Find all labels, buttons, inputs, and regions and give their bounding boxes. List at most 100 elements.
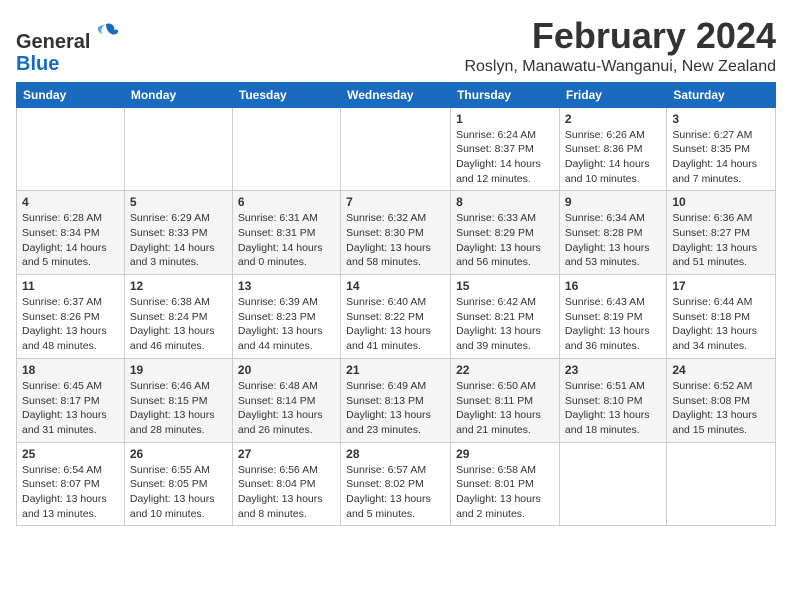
- day-number: 9: [565, 195, 661, 209]
- calendar-week-2: 4Sunrise: 6:28 AMSunset: 8:34 PMDaylight…: [17, 191, 776, 275]
- day-info: Sunrise: 6:27 AMSunset: 8:35 PMDaylight:…: [672, 128, 770, 187]
- table-row: 9 Sunrise: 6:34 AMSunset: 8:28 PMDaylight…: [559, 191, 666, 275]
- day-number: 1: [456, 112, 554, 126]
- table-row: 19Sunrise: 6:46 AMSunset: 8:15 PMDayligh…: [124, 358, 232, 442]
- day-info: Sunrise: 6:48 AMSunset: 8:14 PMDaylight:…: [238, 379, 335, 438]
- day-number: 21: [346, 363, 445, 377]
- table-row: [341, 107, 451, 191]
- day-info: Sunrise: 6:46 AMSunset: 8:15 PMDaylight:…: [130, 379, 227, 438]
- table-row: 29Sunrise: 6:58 AMSunset: 8:01 PMDayligh…: [451, 442, 560, 526]
- table-row: 17 Sunrise: 6:44 AMSunset: 8:18 PMDayligh…: [667, 275, 776, 359]
- weekday-header-row: Sunday Monday Tuesday Wednesday Thursday…: [17, 82, 776, 107]
- day-info: Sunrise: 6:43 AMSunset: 8:19 PMDaylight:…: [565, 295, 661, 354]
- table-row: 25 Sunrise: 6:54 AMSunset: 8:07 PMDayligh…: [17, 442, 125, 526]
- table-row: 12 Sunrise: 6:38 AMSunset: 8:24 PMDayligh…: [124, 275, 232, 359]
- day-number: 12: [130, 279, 227, 293]
- day-info: Sunrise: 6:31 AMSunset: 8:31 PMDaylight:…: [238, 211, 335, 270]
- day-number: 28: [346, 447, 445, 461]
- day-number: 14: [346, 279, 445, 293]
- header-monday: Monday: [124, 82, 232, 107]
- table-row: 4Sunrise: 6:28 AMSunset: 8:34 PMDaylight…: [17, 191, 125, 275]
- table-row: 22 Sunrise: 6:50 AMSunset: 8:11 PMDayligh…: [451, 358, 560, 442]
- day-info: Sunrise: 6:56 AMSunset: 8:04 PMDaylight:…: [238, 463, 335, 522]
- day-info: Sunrise: 6:24 AMSunset: 8:37 PMDaylight:…: [456, 128, 554, 187]
- day-info: Sunrise: 6:45 AMSunset: 8:17 PMDaylight:…: [22, 379, 119, 438]
- table-row: 1 Sunrise: 6:24 AMSunset: 8:37 PMDaylight…: [451, 107, 560, 191]
- day-info: Sunrise: 6:58 AMSunset: 8:01 PMDaylight:…: [456, 463, 554, 522]
- table-row: [232, 107, 340, 191]
- table-row: 27Sunrise: 6:56 AMSunset: 8:04 PMDayligh…: [232, 442, 340, 526]
- day-info: Sunrise: 6:34 AMSunset: 8:28 PMDaylight:…: [565, 211, 661, 270]
- header-tuesday: Tuesday: [232, 82, 340, 107]
- table-row: 10 Sunrise: 6:36 AMSunset: 8:27 PMDayligh…: [667, 191, 776, 275]
- day-info: Sunrise: 6:57 AMSunset: 8:02 PMDaylight:…: [346, 463, 445, 522]
- day-number: 20: [238, 363, 335, 377]
- day-info: Sunrise: 6:50 AMSunset: 8:11 PMDaylight:…: [456, 379, 554, 438]
- day-number: 13: [238, 279, 335, 293]
- logo-blue: Blue: [16, 53, 59, 75]
- day-number: 24: [672, 363, 770, 377]
- title-section: February 2024 Roslyn, Manawatu-Wanganui,…: [464, 16, 776, 76]
- table-row: 28 Sunrise: 6:57 AMSunset: 8:02 PMDayligh…: [341, 442, 451, 526]
- day-info: Sunrise: 6:49 AMSunset: 8:13 PMDaylight:…: [346, 379, 445, 438]
- day-info: Sunrise: 6:44 AMSunset: 8:18 PMDaylight:…: [672, 295, 770, 354]
- day-info: Sunrise: 6:33 AMSunset: 8:29 PMDaylight:…: [456, 211, 554, 270]
- day-info: Sunrise: 6:42 AMSunset: 8:21 PMDaylight:…: [456, 295, 554, 354]
- day-info: Sunrise: 6:52 AMSunset: 8:08 PMDaylight:…: [672, 379, 770, 438]
- table-row: 23 Sunrise: 6:51 AMSunset: 8:10 PMDayligh…: [559, 358, 666, 442]
- day-number: 6: [238, 195, 335, 209]
- table-row: 13Sunrise: 6:39 AMSunset: 8:23 PMDayligh…: [232, 275, 340, 359]
- day-number: 22: [456, 363, 554, 377]
- table-row: 24 Sunrise: 6:52 AMSunset: 8:08 PMDayligh…: [667, 358, 776, 442]
- day-number: 26: [130, 447, 227, 461]
- day-info: Sunrise: 6:38 AMSunset: 8:24 PMDaylight:…: [130, 295, 227, 354]
- table-row: [124, 107, 232, 191]
- calendar-week-4: 18 Sunrise: 6:45 AMSunset: 8:17 PMDayligh…: [17, 358, 776, 442]
- header: General Blue February 2024 Roslyn, Manaw…: [16, 16, 776, 76]
- table-row: 3 Sunrise: 6:27 AMSunset: 8:35 PMDaylight…: [667, 107, 776, 191]
- day-number: 10: [672, 195, 770, 209]
- table-row: 14 Sunrise: 6:40 AMSunset: 8:22 PMDayligh…: [341, 275, 451, 359]
- day-number: 5: [130, 195, 227, 209]
- day-number: 16: [565, 279, 661, 293]
- table-row: 8Sunrise: 6:33 AMSunset: 8:29 PMDaylight…: [451, 191, 560, 275]
- table-row: 15 Sunrise: 6:42 AMSunset: 8:21 PMDayligh…: [451, 275, 560, 359]
- table-row: 21 Sunrise: 6:49 AMSunset: 8:13 PMDayligh…: [341, 358, 451, 442]
- calendar-week-1: 1 Sunrise: 6:24 AMSunset: 8:37 PMDaylight…: [17, 107, 776, 191]
- day-number: 11: [22, 279, 119, 293]
- table-row: 7 Sunrise: 6:32 AMSunset: 8:30 PMDaylight…: [341, 191, 451, 275]
- table-row: [667, 442, 776, 526]
- logo-general: General: [16, 31, 90, 53]
- day-number: 25: [22, 447, 119, 461]
- day-info: Sunrise: 6:54 AMSunset: 8:07 PMDaylight:…: [22, 463, 119, 522]
- logo-bird-icon: [92, 20, 120, 48]
- day-number: 2: [565, 112, 661, 126]
- header-friday: Friday: [559, 82, 666, 107]
- day-info: Sunrise: 6:55 AMSunset: 8:05 PMDaylight:…: [130, 463, 227, 522]
- day-number: 23: [565, 363, 661, 377]
- calendar-week-5: 25 Sunrise: 6:54 AMSunset: 8:07 PMDayligh…: [17, 442, 776, 526]
- header-thursday: Thursday: [451, 82, 560, 107]
- header-wednesday: Wednesday: [341, 82, 451, 107]
- day-number: 3: [672, 112, 770, 126]
- day-number: 7: [346, 195, 445, 209]
- day-info: Sunrise: 6:40 AMSunset: 8:22 PMDaylight:…: [346, 295, 445, 354]
- table-row: 11Sunrise: 6:37 AMSunset: 8:26 PMDayligh…: [17, 275, 125, 359]
- header-sunday: Sunday: [17, 82, 125, 107]
- table-row: [17, 107, 125, 191]
- day-number: 17: [672, 279, 770, 293]
- table-row: 18 Sunrise: 6:45 AMSunset: 8:17 PMDayligh…: [17, 358, 125, 442]
- header-saturday: Saturday: [667, 82, 776, 107]
- day-number: 18: [22, 363, 119, 377]
- calendar-table: Sunday Monday Tuesday Wednesday Thursday…: [16, 82, 776, 527]
- table-row: 16 Sunrise: 6:43 AMSunset: 8:19 PMDayligh…: [559, 275, 666, 359]
- logo: General Blue: [16, 20, 120, 75]
- page-container: General Blue February 2024 Roslyn, Manaw…: [16, 16, 776, 526]
- day-info: Sunrise: 6:32 AMSunset: 8:30 PMDaylight:…: [346, 211, 445, 270]
- month-title: February 2024: [464, 16, 776, 56]
- day-info: Sunrise: 6:29 AMSunset: 8:33 PMDaylight:…: [130, 211, 227, 270]
- logo-text: General Blue: [16, 20, 120, 75]
- day-number: 15: [456, 279, 554, 293]
- day-info: Sunrise: 6:36 AMSunset: 8:27 PMDaylight:…: [672, 211, 770, 270]
- day-info: Sunrise: 6:51 AMSunset: 8:10 PMDaylight:…: [565, 379, 661, 438]
